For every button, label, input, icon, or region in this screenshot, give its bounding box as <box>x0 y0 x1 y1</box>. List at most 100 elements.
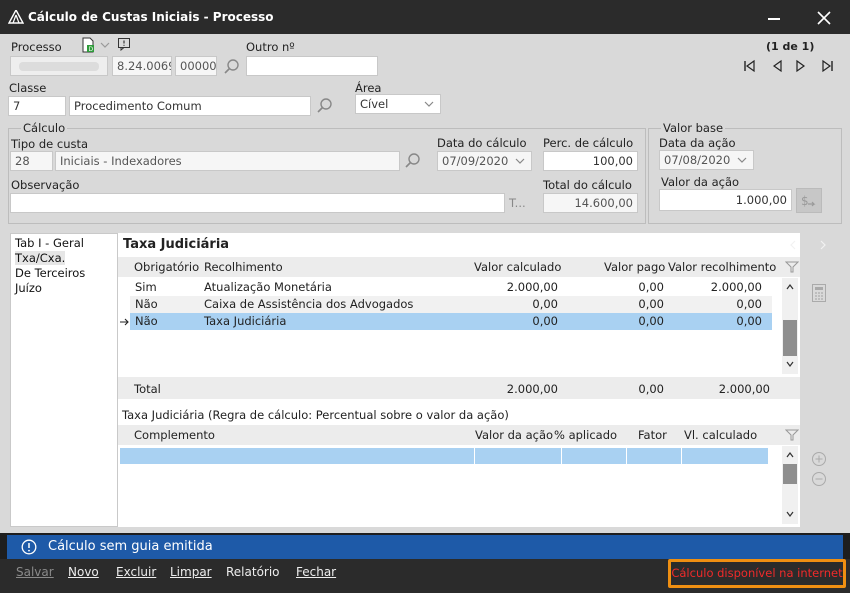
cell-valor-recolhimento: 0,00 <box>736 297 762 311</box>
status-text: Cálculo sem guia emitida <box>48 539 213 554</box>
header-recolhimento[interactable]: Recolhimento <box>204 260 283 274</box>
currency-convert-button[interactable]: $ <box>796 188 822 213</box>
perc-calculo-field[interactable]: 100,00 <box>543 151 638 171</box>
salvar-button[interactable]: Salvar <box>16 565 54 579</box>
cell-valor-pago: 0,00 <box>638 280 664 294</box>
totals-valor-pago: 0,00 <box>638 382 664 396</box>
processo-number-field[interactable]: 8.24.0069 <box>112 56 172 76</box>
data-acao-select[interactable]: 07/08/2020 <box>659 150 754 170</box>
classe-code-field[interactable]: 7 <box>8 96 66 116</box>
window-title: Cálculo de Custas Iniciais - Processo <box>28 10 274 24</box>
sidebar-item-txa-cxa[interactable]: Txa/Cxa. <box>11 251 117 266</box>
classe-label: Classe <box>9 81 47 95</box>
close-button[interactable] <box>812 6 836 30</box>
scroll-thumb[interactable] <box>783 464 797 484</box>
cell-valor-calculado: 0,00 <box>532 297 558 311</box>
sidebar-item-juizo[interactable]: Juízo <box>11 281 117 296</box>
cell-valor-pago: 0,00 <box>638 297 664 311</box>
chevron-left-icon[interactable] <box>788 240 798 250</box>
app-logo-icon <box>8 10 24 24</box>
chevron-down-icon <box>515 158 525 164</box>
scroll-up-icon[interactable] <box>786 283 794 291</box>
novo-button[interactable]: Novo <box>68 565 99 579</box>
filter-icon[interactable] <box>785 260 799 274</box>
cell-valor-recolhimento: 2.000,00 <box>710 280 762 294</box>
header-valor-acao[interactable]: Valor da ação <box>475 428 553 442</box>
note-alert-icon[interactable] <box>117 37 131 51</box>
minimize-button[interactable] <box>762 8 786 28</box>
add-icon[interactable] <box>811 451 827 467</box>
pager-text: (1 de 1) <box>766 40 815 53</box>
search-icon[interactable] <box>223 58 241 76</box>
search-icon[interactable] <box>316 97 334 115</box>
header-perc-aplicado[interactable]: % aplicado <box>554 428 617 442</box>
area-select[interactable]: Cível <box>355 94 441 114</box>
calculo-internet-link[interactable]: Cálculo disponível na internet <box>668 559 846 588</box>
table-row[interactable]: Não Taxa Judiciária 0,00 0,00 0,00 <box>130 313 772 330</box>
chevron-right-icon[interactable] <box>818 240 828 250</box>
sidebar-item-label: Juízo <box>15 281 42 295</box>
panel-title: Taxa Judiciária <box>123 237 230 252</box>
header-obrigatorio[interactable]: Obrigatório <box>134 260 199 274</box>
perc-calculo-label: Perc. de cálculo <box>543 136 634 150</box>
detail-scrollbar[interactable] <box>782 446 798 524</box>
search-icon[interactable] <box>404 152 422 170</box>
bottom-toolbar: Salvar Novo Excluir Limpar Relatório Fec… <box>0 559 850 593</box>
grid-scrollbar[interactable] <box>782 278 798 374</box>
processo-seq-field[interactable]: 00000 <box>175 56 217 76</box>
form-area: Processo D Outro nº 8.24.0069 00000 (1 d… <box>0 34 850 533</box>
remove-icon[interactable] <box>811 471 827 487</box>
sidebar-item-de-terceiros[interactable]: De Terceiros <box>11 266 117 281</box>
relatorio-button[interactable]: Relatório <box>226 565 280 579</box>
classe-name-field[interactable]: Procedimento Comum <box>69 96 311 116</box>
header-complemento[interactable]: Complemento <box>134 428 215 442</box>
outro-numero-input[interactable] <box>246 56 378 76</box>
detail-grid-header: Complemento Valor da ação % aplicado Fat… <box>118 425 800 445</box>
scroll-up-icon[interactable] <box>786 451 794 459</box>
sidebar-item-label: Txa/Cxa. <box>15 251 66 265</box>
next-record-icon[interactable] <box>794 59 808 73</box>
fechar-button[interactable]: Fechar <box>296 565 336 579</box>
scroll-thumb[interactable] <box>783 320 797 356</box>
last-record-icon[interactable] <box>821 59 835 73</box>
processo-label: Processo <box>11 40 62 54</box>
window: Cálculo de Custas Iniciais - Processo Pr… <box>0 0 850 593</box>
scroll-down-icon[interactable] <box>786 360 794 368</box>
header-vl-calculado[interactable]: Vl. calculado <box>684 428 757 442</box>
tipo-custa-name-field[interactable]: Iniciais - Indexadores <box>55 151 400 171</box>
svg-text:$: $ <box>801 194 809 208</box>
filter-icon[interactable] <box>785 428 799 442</box>
sidebar-item-tab-geral[interactable]: Tab I - Geral <box>11 236 117 251</box>
observacao-input[interactable] <box>10 193 505 213</box>
rule-description: Taxa Judiciária (Regra de cálculo: Perce… <box>122 408 509 422</box>
header-fator[interactable]: Fator <box>638 428 667 442</box>
close-icon <box>817 11 831 25</box>
totals-row: Total 2.000,00 0,00 2.000,00 <box>118 377 800 399</box>
chevron-down-icon[interactable] <box>99 39 111 51</box>
previous-record-icon[interactable] <box>770 59 784 73</box>
currency-icon: $ <box>801 194 816 208</box>
calculator-icon[interactable] <box>811 283 827 303</box>
header-valor-recolhimento[interactable]: Valor recolhimento <box>668 260 776 274</box>
first-record-icon[interactable] <box>742 59 756 73</box>
cell-obrigatorio: Não <box>135 314 158 328</box>
totals-label: Total <box>134 382 161 396</box>
observacao-expand-button[interactable]: T... <box>509 196 526 210</box>
valor-acao-field[interactable]: 1.000,00 <box>659 189 792 211</box>
excluir-button[interactable]: Excluir <box>116 565 156 579</box>
header-valor-calculado[interactable]: Valor calculado <box>474 260 561 274</box>
cell-recolhimento: Caixa de Assistência dos Advogados <box>204 297 414 311</box>
detail-row[interactable] <box>120 448 768 464</box>
processo-number-masked-field[interactable] <box>10 56 108 76</box>
scroll-down-icon[interactable] <box>786 510 794 518</box>
table-row[interactable]: Sim Atualização Monetária 2.000,00 0,00 … <box>130 279 772 296</box>
tipo-custa-code-field[interactable]: 28 <box>10 151 53 171</box>
limpar-button[interactable]: Limpar <box>170 565 212 579</box>
header-valor-pago[interactable]: Valor pago <box>604 260 665 274</box>
document-status-icon[interactable]: D <box>80 37 96 53</box>
data-calculo-select[interactable]: 07/09/2020 <box>437 151 532 171</box>
tipo-custa-label: Tipo de custa <box>11 137 89 151</box>
title-bar: Cálculo de Custas Iniciais - Processo <box>0 0 850 34</box>
table-row[interactable]: Não Caixa de Assistência dos Advogados 0… <box>130 296 772 313</box>
info-icon <box>21 539 37 555</box>
